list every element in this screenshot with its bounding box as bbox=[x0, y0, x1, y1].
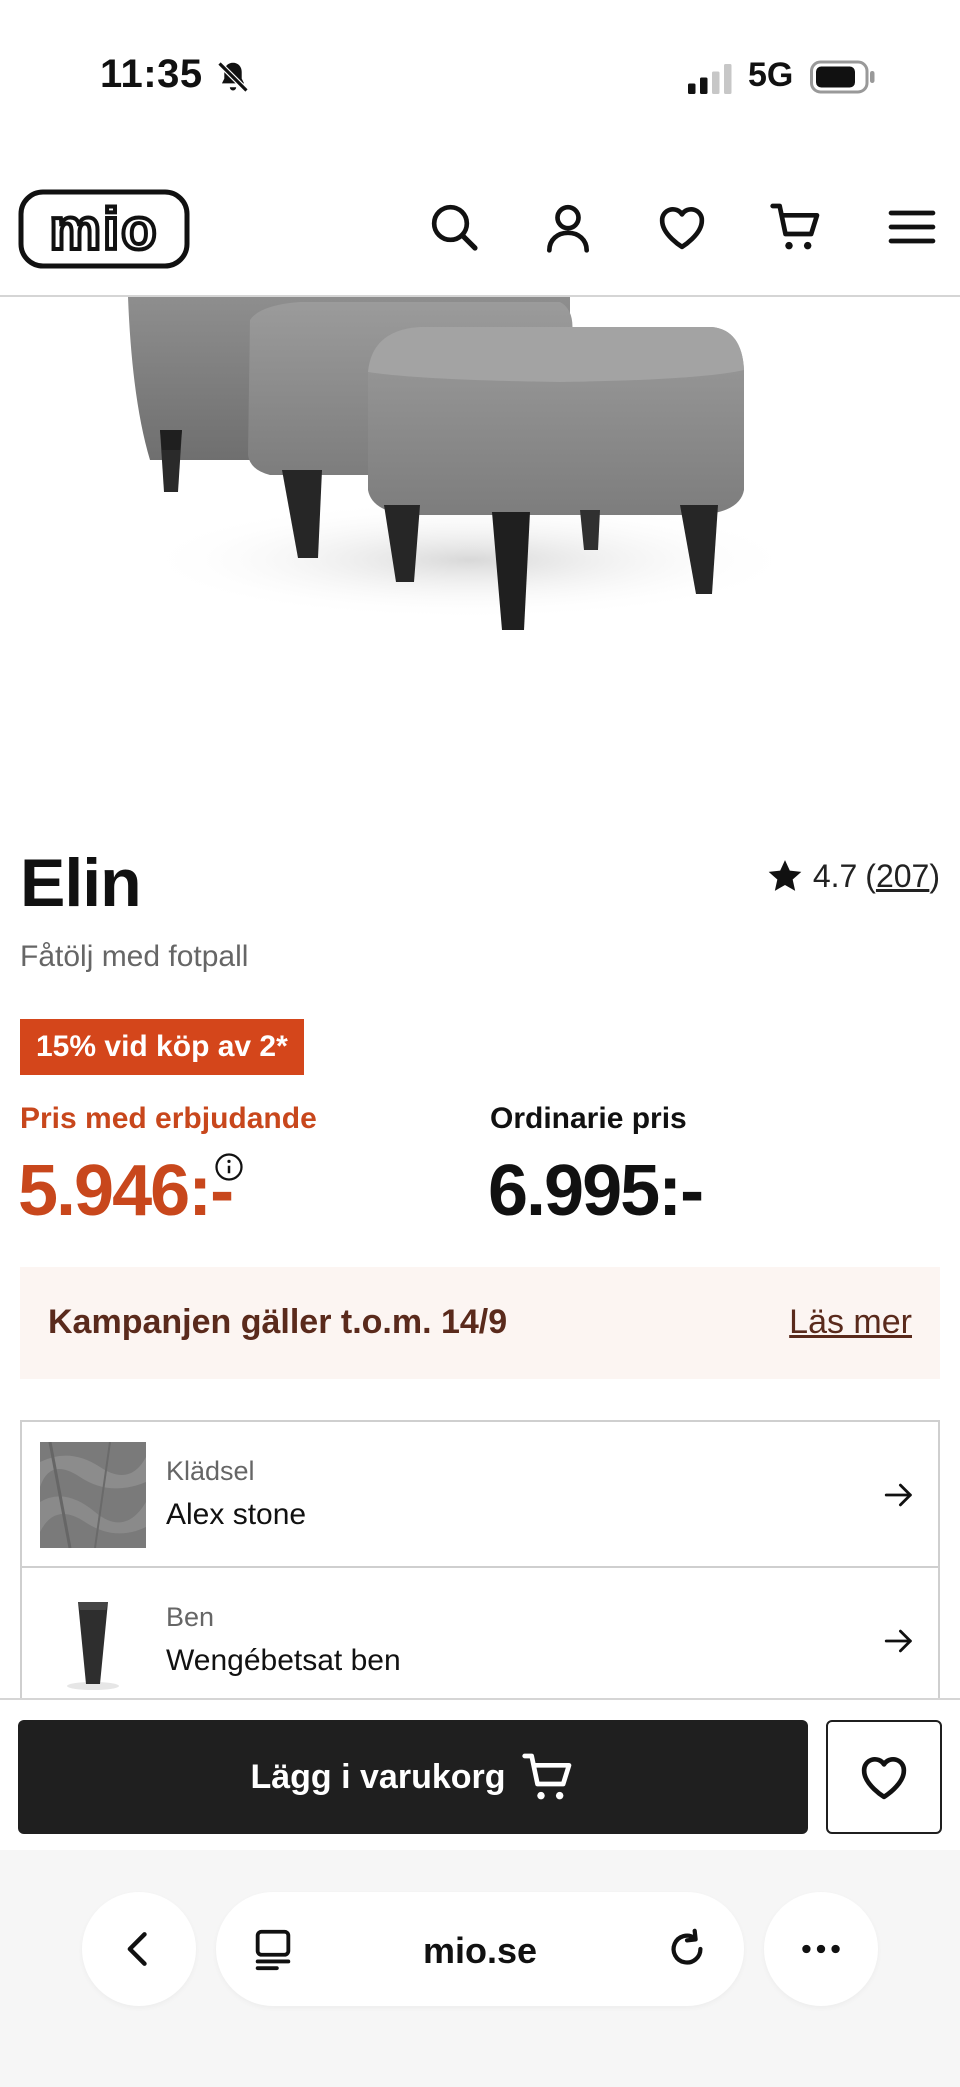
option-legs[interactable]: Ben Wengébetsat ben bbox=[22, 1568, 938, 1714]
regular-price: 6.995:- bbox=[488, 1151, 704, 1231]
mio-logo[interactable]: mio bbox=[18, 189, 190, 269]
option-label: Ben bbox=[166, 1602, 215, 1632]
cart-icon[interactable] bbox=[768, 199, 824, 255]
option-list: Klädsel Alex stone Ben Wengébetsat ben bbox=[20, 1420, 940, 1716]
offer-price: 5.946:- bbox=[18, 1151, 234, 1231]
more-options-button[interactable] bbox=[764, 1892, 878, 2006]
battery-icon bbox=[810, 60, 875, 94]
fabric-swatch-thumbnail bbox=[40, 1442, 146, 1548]
back-button[interactable] bbox=[82, 1892, 196, 2006]
heart-icon bbox=[861, 1757, 907, 1800]
chevron-left-icon bbox=[127, 1932, 147, 1966]
leg-thumbnail bbox=[40, 1588, 146, 1694]
option-value: Alex stone bbox=[166, 1498, 307, 1531]
read-more-link[interactable]: Läs mer bbox=[789, 1303, 912, 1342]
arrow-right-icon bbox=[884, 1483, 912, 1507]
site-header: mio bbox=[0, 175, 960, 297]
product-image[interactable] bbox=[0, 297, 960, 787]
arrow-right-icon bbox=[884, 1629, 912, 1653]
option-label: Klädsel bbox=[166, 1456, 255, 1486]
heart-icon[interactable] bbox=[654, 199, 710, 255]
product-title: Elin bbox=[20, 845, 142, 921]
rating-count-link[interactable]: 207 bbox=[876, 858, 929, 894]
add-to-wishlist-button[interactable] bbox=[826, 1720, 942, 1834]
signal-icon bbox=[688, 64, 732, 94]
info-icon[interactable] bbox=[214, 1152, 244, 1182]
option-value: Wengébetsat ben bbox=[166, 1644, 401, 1677]
product-rating[interactable]: 4.7 (207) bbox=[765, 856, 940, 896]
campaign-text: Kampanjen gäller t.o.m. 14/9 bbox=[48, 1303, 508, 1341]
offer-price-label: Pris med erbjudande bbox=[20, 1102, 317, 1135]
address-bar[interactable]: mio.se bbox=[216, 1892, 744, 2006]
account-icon[interactable] bbox=[540, 199, 596, 255]
sticky-action-bar: Lägg i varukorg bbox=[0, 1698, 960, 1848]
rating-value: 4.7 bbox=[812, 857, 858, 894]
regular-price-label: Ordinarie pris bbox=[490, 1102, 687, 1135]
status-time: 11:35 bbox=[100, 52, 203, 96]
network-label: 5G bbox=[748, 56, 794, 94]
product-subtitle: Fåtölj med fotpall bbox=[20, 940, 249, 973]
option-upholstery[interactable]: Klädsel Alex stone bbox=[22, 1422, 938, 1568]
more-dots-icon bbox=[802, 1944, 840, 1954]
search-icon[interactable] bbox=[426, 199, 482, 255]
campaign-banner: Kampanjen gäller t.o.m. 14/9 Läs mer bbox=[20, 1267, 940, 1379]
star-icon bbox=[768, 860, 802, 891]
promo-badge: 15% vid köp av 2* bbox=[20, 1019, 304, 1075]
cart-icon bbox=[521, 1753, 571, 1800]
reload-icon[interactable] bbox=[664, 1926, 710, 1972]
page: 11:35 5G mio Elin 4.7 (207) Fåtölj med f… bbox=[0, 0, 960, 2087]
rating-open-paren: ( bbox=[865, 857, 876, 894]
add-to-cart-label: Lägg i varukorg bbox=[250, 1757, 506, 1796]
svg-text:mio: mio bbox=[49, 197, 158, 262]
browser-toolbar: mio.se bbox=[0, 1850, 960, 2087]
add-to-cart-button[interactable]: Lägg i varukorg bbox=[18, 1720, 808, 1834]
silent-bell-icon bbox=[217, 61, 249, 93]
rating-close-paren: ) bbox=[929, 857, 940, 894]
menu-icon[interactable] bbox=[884, 199, 940, 255]
status-bar: 11:35 5G bbox=[0, 0, 960, 150]
